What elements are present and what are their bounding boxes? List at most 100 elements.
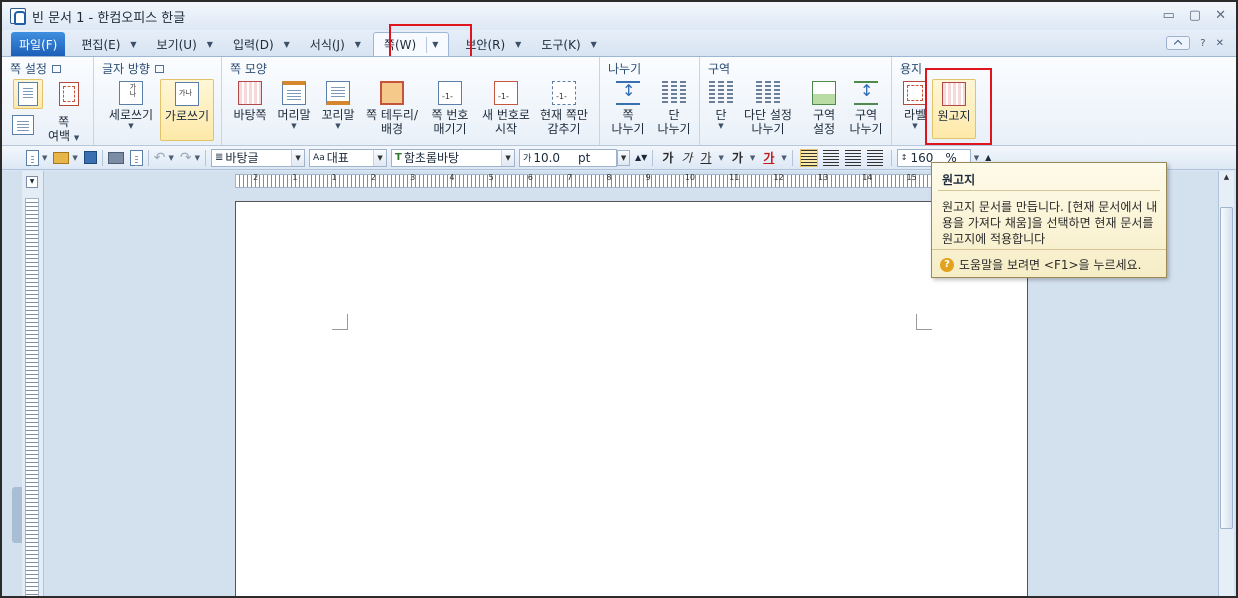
menu-security[interactable]: 보안(R) ▼ [455, 32, 531, 56]
ruler-corner-icon[interactable]: ▼ [26, 176, 38, 188]
new-number-button[interactable]: 새 번호로 시작 [478, 81, 534, 136]
style-select[interactable]: ≣ 바탕글 ▼ [211, 148, 306, 167]
print-preview-icon[interactable] [129, 149, 143, 168]
document-page[interactable] [235, 201, 1028, 596]
spacing-stepper-icon[interactable]: ▲ [985, 153, 991, 162]
vertical-scrollbar[interactable]: ▲ [1218, 171, 1234, 596]
italic-button[interactable]: 가 [681, 149, 692, 166]
align-justify-icon[interactable] [799, 148, 818, 167]
align-center-icon[interactable] [844, 149, 861, 166]
footer-button[interactable]: 꼬리말 ▼ [318, 81, 358, 130]
side-panel-toggle[interactable] [12, 487, 22, 543]
menu-page[interactable]: 쪽(W) ▼ [372, 32, 450, 56]
column-break-button[interactable]: 단 나누기 [652, 81, 696, 136]
page-margin-button[interactable]: 쪽 여백 ▼ [12, 115, 87, 143]
menu-tools[interactable]: 도구(K) ▼ [531, 32, 606, 56]
group-split: 나누기 쪽 나누기 단 나누기 [600, 57, 700, 145]
menu-format[interactable]: 서식(J) ▼ [300, 32, 371, 56]
margin-icon [12, 115, 34, 135]
chevron-down-icon[interactable]: ▼ [207, 40, 213, 49]
manuscript-tooltip: 원고지 원고지 문서를 만듭니다. [현재 문서에서 내용을 가져다 채움]을 … [931, 162, 1167, 278]
style-icon: ≣ [215, 152, 224, 163]
ruler-mark: 6 [527, 173, 533, 182]
print-icon[interactable] [107, 151, 124, 164]
bold-button[interactable]: 가 [662, 149, 673, 166]
chevron-down-icon[interactable]: ▼ [355, 40, 361, 49]
horizontal-writing-button[interactable]: 가로쓰기 [160, 79, 214, 141]
column-break-icon [662, 81, 686, 105]
chevron-down-icon[interactable]: ▼ [284, 40, 290, 49]
menu-edit[interactable]: 편집(E) ▼ [71, 32, 146, 56]
manuscript-button[interactable]: 원고지 [932, 79, 976, 139]
size-stepper-icon[interactable]: ▲▼ [635, 153, 647, 162]
new-document-icon[interactable] [26, 149, 39, 168]
page-number-button[interactable]: 쪽 번호 매기기 [424, 81, 476, 136]
section-setup-button[interactable]: 구역 설정 [804, 81, 844, 136]
menu-insert[interactable]: 입력(D) ▼ [223, 32, 300, 56]
font-color-button[interactable]: 가 [763, 149, 774, 166]
multi-column-button[interactable]: 다단 설정 나누기 [740, 81, 796, 136]
label-button[interactable]: 라벨 ▼ [898, 81, 932, 130]
group-text-direction: 글자 방향 세로쓰기 ▼ 가로쓰기 [94, 57, 222, 145]
vertical-writing-button[interactable]: 세로쓰기 ▼ [102, 81, 160, 130]
chevron-down-icon[interactable]: ▼ [501, 149, 515, 166]
header-button[interactable]: 머리말 ▼ [274, 81, 314, 130]
close-doc-icon[interactable]: ✕ [1216, 38, 1224, 49]
section-split-button[interactable]: 구역 나누기 [844, 81, 888, 136]
chevron-down-icon[interactable]: ▼ [373, 149, 387, 166]
strike-button[interactable]: 가 [732, 149, 743, 166]
help-icon[interactable]: ? [1200, 38, 1205, 49]
font-size-input[interactable]: 가 10.0 pt ▼ [519, 148, 631, 167]
underline-button[interactable]: 가 [700, 149, 711, 166]
chevron-down-icon[interactable]: ▼ [432, 40, 438, 49]
title-bar: 빈 문서 1 - 한컴오피스 한글 ▭ ▢ ✕ [2, 2, 1236, 30]
background-page-button[interactable]: 바탕쪽 [230, 81, 270, 122]
open-folder-icon[interactable] [53, 151, 70, 164]
menu-file[interactable]: 파일(F) [11, 32, 66, 56]
font-select[interactable]: T 함초롬바탕 ▼ [391, 148, 516, 167]
dialog-launcher-icon[interactable] [154, 64, 164, 73]
vertical-text-icon [119, 81, 143, 105]
chevron-down-icon[interactable]: ▼ [515, 40, 521, 49]
save-icon[interactable] [83, 151, 97, 164]
minimize-icon[interactable]: ▭ [1163, 8, 1175, 23]
maximize-icon[interactable]: ▢ [1189, 8, 1201, 23]
chevron-down-icon[interactable]: ▼ [72, 154, 77, 162]
page-break-button[interactable]: 쪽 나누기 [606, 81, 650, 136]
chevron-down-icon[interactable]: ▼ [42, 154, 47, 162]
dialog-launcher-icon[interactable] [51, 64, 61, 73]
chevron-down-icon[interactable]: ▼ [718, 154, 723, 162]
new-number-icon [494, 81, 518, 105]
hwp-app-icon [10, 8, 26, 25]
chevron-down-icon[interactable]: ▼ [195, 154, 200, 162]
horizontal-ruler[interactable]: 2 1 1 2 3 4 5 6 7 8 9 10 11 12 13 14 15 [235, 173, 935, 188]
chevron-down-icon[interactable]: ▼ [291, 149, 305, 166]
chevron-down-icon[interactable]: ▼ [130, 40, 136, 49]
ruler-mark: 14 [862, 173, 873, 182]
vertical-ruler[interactable] [25, 198, 39, 596]
scroll-thumb[interactable] [1220, 207, 1233, 529]
scroll-up-icon[interactable]: ▲ [1220, 173, 1233, 185]
redo-icon[interactable]: ↷ [180, 150, 192, 166]
chevron-down-icon[interactable]: ▼ [974, 154, 979, 162]
language-select[interactable]: Aa 대표 ▼ [309, 148, 388, 167]
undo-icon[interactable]: ↶ [154, 150, 166, 166]
landscape-button[interactable] [54, 79, 84, 109]
chevron-down-icon[interactable]: ▼ [617, 149, 631, 166]
align-left-icon[interactable] [822, 149, 839, 166]
column-button[interactable]: 단 ▼ [706, 81, 736, 130]
menu-view[interactable]: 보기(U) ▼ [147, 32, 223, 56]
hide-page-button[interactable]: 현재 쪽만 감추기 [534, 81, 594, 136]
collapse-ribbon-icon[interactable] [1166, 36, 1191, 50]
portrait-button[interactable] [13, 79, 43, 109]
chevron-down-icon[interactable]: ▼ [781, 154, 786, 162]
ribbon: 쪽 설정 쪽 여백 ▼ 글자 방향 세로쓰기 ▼ [2, 56, 1236, 146]
chevron-down-icon[interactable]: ▼ [591, 40, 597, 49]
chevron-down-icon[interactable]: ▼ [750, 154, 755, 162]
chevron-down-icon: ▼ [128, 122, 134, 130]
page-border-button[interactable]: 쪽 테두리/ 배경 [362, 81, 422, 136]
align-right-icon[interactable] [866, 149, 883, 166]
close-icon[interactable]: ✕ [1215, 8, 1226, 23]
ruler-mark: 2 [370, 173, 376, 182]
chevron-down-icon[interactable]: ▼ [169, 154, 174, 162]
